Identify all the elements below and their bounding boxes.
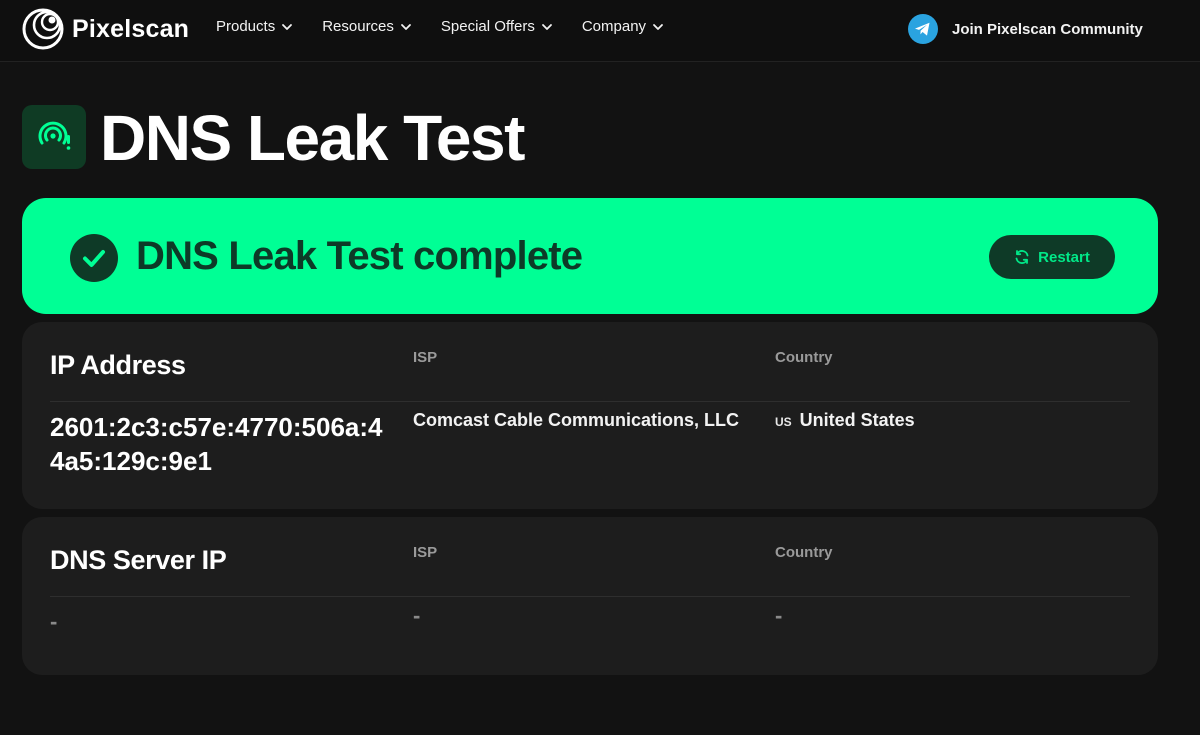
nav-products-label: Products bbox=[216, 18, 276, 35]
nav-resources[interactable]: Resources bbox=[322, 18, 412, 35]
row-divider bbox=[50, 401, 1130, 402]
status-message: DNS Leak Test complete bbox=[136, 234, 583, 278]
page-title: DNS Leak Test bbox=[100, 102, 525, 174]
country-code-flag: US bbox=[775, 415, 792, 429]
dns-isp-column-header: ISP bbox=[413, 544, 438, 561]
dns-isp-value: - bbox=[413, 603, 421, 628]
restart-button[interactable]: Restart bbox=[989, 235, 1115, 279]
main-menu: Products Resources Special Offers Compan… bbox=[216, 18, 693, 35]
brand-name: Pixelscan bbox=[72, 14, 190, 43]
row-divider bbox=[50, 596, 1130, 597]
chevron-down-icon bbox=[653, 23, 663, 30]
ip-address-value: 2601:2c3:c57e:4770:506a:44a5:129c:9e1 bbox=[50, 412, 383, 476]
signal-alert-icon bbox=[22, 105, 86, 169]
dns-country-value: - bbox=[775, 603, 783, 628]
isp-column-header: ISP bbox=[413, 349, 438, 366]
nav-products[interactable]: Products bbox=[216, 18, 293, 35]
restart-label: Restart bbox=[1038, 248, 1090, 266]
chevron-down-icon bbox=[401, 23, 411, 30]
isp-value: Comcast Cable Communications, LLC bbox=[413, 410, 740, 430]
nav-resources-label: Resources bbox=[322, 18, 394, 35]
dns-server-ip-heading: DNS Server IP bbox=[50, 545, 227, 575]
ip-address-heading: IP Address bbox=[50, 350, 186, 380]
chevron-down-icon bbox=[541, 23, 552, 30]
telegram-icon bbox=[908, 14, 938, 44]
dns-server-card: DNS Server IP ISP Country - - - bbox=[22, 517, 1158, 675]
country-column-header: Country bbox=[775, 349, 833, 366]
check-circle-icon bbox=[70, 234, 118, 282]
nav-special-offers[interactable]: Special Offers bbox=[441, 18, 553, 35]
country-name: United States bbox=[799, 410, 915, 430]
chevron-down-icon bbox=[282, 23, 293, 30]
ip-address-card: IP Address ISP Country 2601:2c3:c57e:477… bbox=[22, 322, 1158, 509]
nav-company-label: Company bbox=[581, 18, 647, 35]
status-banner: DNS Leak Test complete Restart bbox=[22, 198, 1158, 314]
dns-country-column-header: Country bbox=[775, 544, 833, 561]
refresh-icon bbox=[1015, 250, 1029, 264]
pixelscan-logo[interactable]: Pixelscan bbox=[22, 8, 189, 50]
nav-special-offers-label: Special Offers bbox=[440, 18, 535, 35]
dns-server-ip-value: - bbox=[50, 609, 58, 634]
nav-company[interactable]: Company bbox=[582, 18, 664, 35]
join-community-link[interactable]: Join Pixelscan Community bbox=[908, 14, 1143, 44]
join-community-label: Join Pixelscan Community bbox=[952, 20, 1143, 38]
top-navbar: Pixelscan Products Resources Special Off… bbox=[0, 0, 1200, 62]
country-value: US United States bbox=[775, 410, 915, 431]
signal-alert-glyph bbox=[38, 121, 71, 150]
pixelscan-logo-icon bbox=[22, 8, 64, 50]
